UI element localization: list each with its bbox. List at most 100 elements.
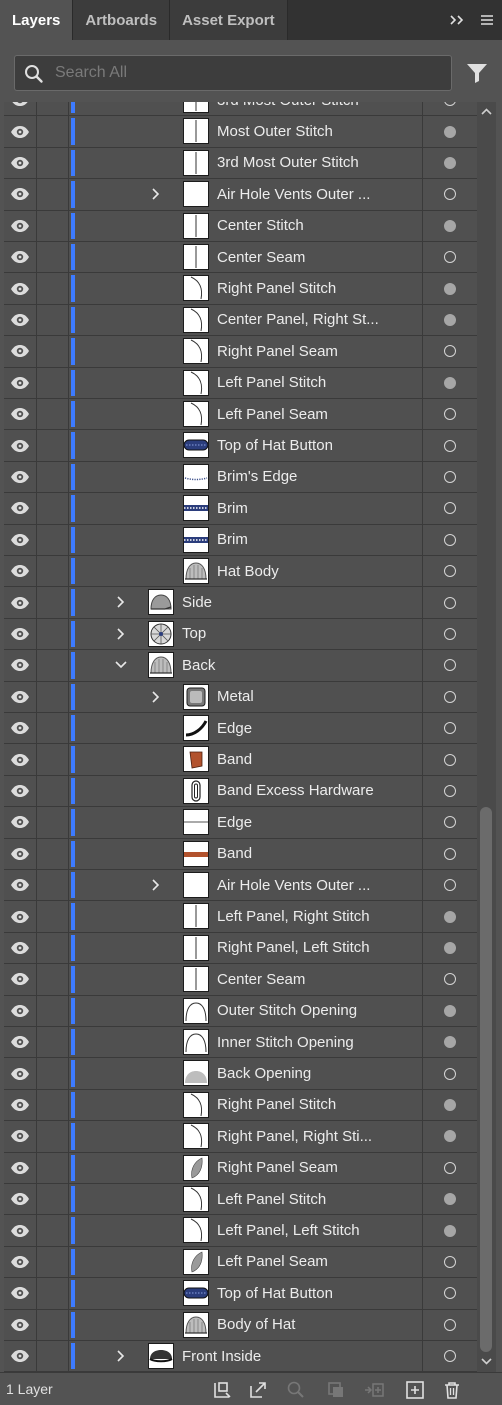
- layer-name[interactable]: Brim: [217, 493, 248, 523]
- create-sublayer-icon[interactable]: [363, 1379, 385, 1401]
- layer-row[interactable]: Inner Stitch Opening: [4, 1027, 477, 1059]
- layer-row[interactable]: Brim: [4, 493, 477, 525]
- target-cell[interactable]: [422, 210, 477, 241]
- filter-icon[interactable]: [464, 60, 490, 86]
- layer-name[interactable]: Center Seam: [217, 242, 305, 272]
- visibility-eye-icon[interactable]: [4, 493, 37, 524]
- target-circle-icon[interactable]: [444, 910, 456, 923]
- target-cell[interactable]: [422, 618, 477, 650]
- lock-toggle[interactable]: [37, 618, 69, 650]
- layer-name[interactable]: Body of Hat: [217, 1310, 295, 1340]
- visibility-eye-icon[interactable]: [4, 1058, 37, 1089]
- visibility-eye-icon[interactable]: [4, 964, 37, 995]
- layer-row[interactable]: Left Panel Seam: [4, 399, 477, 431]
- layer-row[interactable]: Center Panel, Right St...: [4, 304, 477, 337]
- layer-row[interactable]: Left Panel Seam: [4, 1246, 477, 1279]
- layer-row[interactable]: Left Panel Stitch: [4, 1184, 477, 1216]
- visibility-eye-icon[interactable]: [4, 273, 37, 304]
- target-cell[interactable]: [422, 995, 477, 1026]
- target-circle-icon[interactable]: [444, 722, 456, 735]
- layer-row[interactable]: Brim: [4, 524, 477, 556]
- target-cell[interactable]: [422, 1058, 477, 1089]
- layer-name[interactable]: Right Panel, Left Stitch: [217, 933, 370, 963]
- lock-toggle[interactable]: [37, 1184, 69, 1215]
- target-circle-icon[interactable]: [444, 1255, 456, 1268]
- target-cell[interactable]: [422, 367, 477, 398]
- layer-row[interactable]: Edge: [4, 713, 477, 745]
- target-circle-icon[interactable]: [444, 313, 456, 326]
- layer-row[interactable]: Hat Body: [4, 556, 477, 588]
- target-cell[interactable]: [422, 304, 477, 336]
- target-circle-icon[interactable]: [444, 156, 456, 169]
- lock-toggle[interactable]: [37, 556, 69, 587]
- target-cell[interactable]: [422, 273, 477, 304]
- delete-icon[interactable]: [441, 1379, 463, 1401]
- tab-layers[interactable]: Layers: [0, 0, 74, 40]
- layer-name[interactable]: Left Panel Stitch: [217, 368, 326, 398]
- visibility-eye-icon[interactable]: [4, 744, 37, 775]
- export-icon[interactable]: [247, 1379, 269, 1401]
- scroll-down-icon[interactable]: [480, 1355, 493, 1368]
- lock-toggle[interactable]: [37, 116, 69, 147]
- lock-toggle[interactable]: [37, 430, 69, 461]
- lock-toggle[interactable]: [37, 1121, 69, 1152]
- target-cell[interactable]: [422, 1215, 477, 1246]
- target-circle-icon[interactable]: [444, 1224, 456, 1237]
- make-clipping-mask-icon[interactable]: [325, 1379, 347, 1401]
- scrollbar-thumb[interactable]: [480, 807, 492, 1352]
- lock-toggle[interactable]: [37, 744, 69, 775]
- target-circle-icon[interactable]: [444, 408, 456, 421]
- lock-toggle[interactable]: [37, 807, 69, 838]
- target-circle-icon[interactable]: [444, 659, 456, 672]
- lock-toggle[interactable]: [37, 1278, 69, 1309]
- target-circle-icon[interactable]: [444, 1130, 456, 1143]
- target-cell[interactable]: [422, 1278, 477, 1309]
- lock-toggle[interactable]: [37, 524, 69, 555]
- target-cell[interactable]: [422, 932, 477, 964]
- layer-row[interactable]: Side: [4, 587, 477, 619]
- visibility-eye-icon[interactable]: [4, 681, 37, 712]
- target-cell[interactable]: [422, 430, 477, 461]
- target-cell[interactable]: [422, 870, 477, 901]
- layer-row[interactable]: Center Seam: [4, 242, 477, 274]
- layer-name[interactable]: Right Panel Seam: [217, 1153, 338, 1183]
- layer-row[interactable]: Brim's Edge: [4, 461, 477, 494]
- layer-row[interactable]: Left Panel, Left Stitch: [4, 1215, 477, 1247]
- layer-name[interactable]: Band: [217, 744, 252, 774]
- target-cell[interactable]: [422, 1089, 477, 1121]
- visibility-eye-icon[interactable]: [4, 1027, 37, 1058]
- layer-row[interactable]: Front Inside: [4, 1341, 477, 1372]
- layer-row[interactable]: Back: [4, 650, 477, 682]
- target-circle-icon[interactable]: [444, 1161, 456, 1174]
- target-circle-icon[interactable]: [444, 879, 456, 892]
- layer-name[interactable]: Brim: [217, 525, 248, 555]
- visibility-eye-icon[interactable]: [4, 430, 37, 461]
- lock-toggle[interactable]: [37, 1246, 69, 1278]
- layer-row[interactable]: Left Panel, Right Stitch: [4, 901, 477, 933]
- lock-toggle[interactable]: [37, 367, 69, 398]
- layer-name[interactable]: Band Excess Hardware: [217, 776, 374, 806]
- target-cell[interactable]: [422, 901, 477, 932]
- new-layer-icon[interactable]: [404, 1379, 426, 1401]
- lock-toggle[interactable]: [37, 179, 69, 210]
- target-circle-icon[interactable]: [444, 1318, 456, 1331]
- layer-name[interactable]: Center Seam: [217, 964, 305, 994]
- search-box[interactable]: [14, 55, 452, 91]
- target-circle-icon[interactable]: [444, 251, 456, 264]
- layer-name[interactable]: Left Panel, Left Stitch: [217, 1215, 360, 1245]
- target-circle-icon[interactable]: [444, 1350, 456, 1363]
- target-cell[interactable]: [422, 807, 477, 838]
- layer-name[interactable]: Band: [217, 839, 252, 869]
- chevron-right-icon[interactable]: [114, 595, 128, 609]
- target-circle-icon[interactable]: [444, 1193, 456, 1206]
- target-cell[interactable]: [422, 775, 477, 807]
- layers-scrollbar[interactable]: [477, 102, 496, 1372]
- lock-toggle[interactable]: [37, 964, 69, 995]
- visibility-eye-icon[interactable]: [4, 179, 37, 210]
- layer-row[interactable]: Body of Hat: [4, 1309, 477, 1341]
- lock-toggle[interactable]: [37, 1215, 69, 1246]
- chevron-down-icon[interactable]: [114, 658, 128, 672]
- target-circle-icon[interactable]: [444, 596, 456, 609]
- visibility-eye-icon[interactable]: [4, 932, 37, 964]
- target-cell[interactable]: [422, 493, 477, 524]
